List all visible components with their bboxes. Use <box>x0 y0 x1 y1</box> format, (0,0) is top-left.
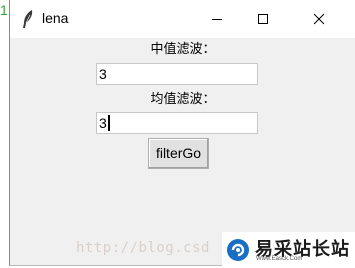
feather-icon <box>21 9 35 29</box>
title-bar[interactable]: lena <box>10 0 355 38</box>
text-caret <box>107 115 110 132</box>
minimize-button[interactable] <box>194 0 240 38</box>
window-content: 中值滤波： 3 均值滤波： 3 filterGo <box>10 38 355 265</box>
edge-marker: 1 <box>0 2 8 18</box>
site-logo-icon <box>226 238 250 262</box>
median-filter-label: 中值滤波： <box>150 42 216 57</box>
site-url: Www.Easck.Com <box>256 256 303 262</box>
mean-filter-input[interactable]: 3 <box>96 112 258 134</box>
maximize-button[interactable] <box>240 0 286 38</box>
tk-window: lena 中值滤波： 3 均值滤波： 3 filterGo <box>9 0 355 266</box>
mean-filter-value: 3 <box>99 115 107 131</box>
median-filter-input[interactable]: 3 <box>96 63 258 85</box>
mean-filter-label: 均值滤波： <box>150 92 216 107</box>
filter-go-button[interactable]: filterGo <box>148 138 209 169</box>
window-title: lena <box>42 10 69 26</box>
maximize-icon <box>257 10 269 29</box>
close-icon <box>313 10 325 29</box>
watermark-url: http://blog.csd <box>76 240 210 256</box>
close-button[interactable] <box>296 0 342 38</box>
minimize-icon <box>211 10 223 29</box>
site-badge: 易采站长站 Www.Easck.Com <box>222 232 355 268</box>
median-filter-value: 3 <box>99 66 107 82</box>
